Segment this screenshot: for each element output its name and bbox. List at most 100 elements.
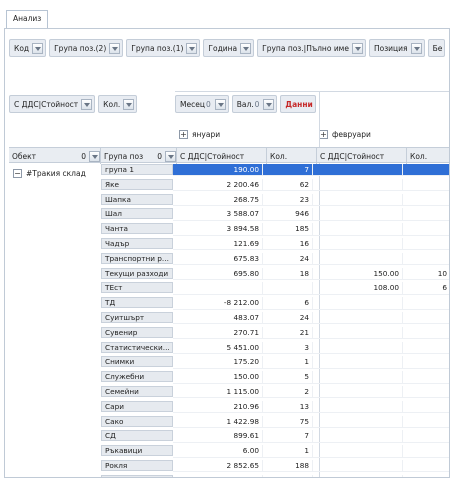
table-cell[interactable]	[403, 460, 449, 473]
row-header-item[interactable]: група 1	[101, 164, 173, 175]
table-cell[interactable]	[313, 356, 403, 369]
expand-icon[interactable]: +	[179, 129, 188, 139]
table-cell[interactable]: 5 451.00	[173, 341, 263, 354]
table-cell[interactable]: 18	[263, 267, 313, 280]
table-cell[interactable]: 23	[263, 193, 313, 206]
table-row[interactable]: ТЕст 108.00 6	[5, 282, 449, 295]
table-cell[interactable]	[313, 386, 403, 399]
table-row[interactable]: Шапка 268.75 23	[5, 193, 449, 206]
filter-field-group2[interactable]: Група поз.(2)	[49, 39, 124, 57]
table-cell[interactable]: 24	[263, 312, 313, 325]
row-header-item[interactable]: Сари	[101, 400, 173, 412]
filter-field-group1[interactable]: Група поз.(1)	[126, 39, 201, 57]
table-cell[interactable]	[313, 312, 403, 325]
row-header-item[interactable]: Яке	[101, 178, 173, 190]
table-cell[interactable]	[403, 208, 449, 221]
table-row[interactable]: Шал 3 588.07 946	[5, 208, 449, 221]
table-row[interactable]: СД 899.61 7	[5, 430, 449, 443]
chevron-down-icon[interactable]	[81, 98, 93, 110]
table-cell[interactable]	[313, 445, 403, 458]
table-cell[interactable]: 3 588.07	[173, 208, 263, 221]
table-cell[interactable]	[313, 326, 403, 340]
table-cell[interactable]: 150.00	[313, 267, 403, 280]
table-cell[interactable]: 1	[263, 356, 313, 369]
table-row[interactable]: Сако 1 422.98 75	[5, 415, 449, 428]
table-row[interactable]: Яке 2 200.46 62	[5, 178, 449, 192]
table-cell[interactable]: 188	[263, 460, 313, 473]
table-cell[interactable]	[263, 282, 313, 295]
table-row[interactable]: ТД -8 212.00 6	[5, 297, 449, 310]
table-cell[interactable]: 16	[263, 238, 313, 251]
table-cell[interactable]: 10	[403, 268, 449, 280]
chevron-down-icon[interactable]	[109, 42, 121, 54]
table-cell[interactable]: 21	[263, 326, 313, 340]
filter-field-fullname[interactable]: Група поз.|Пълно име	[257, 39, 366, 57]
table-cell[interactable]: 1 422.98	[173, 415, 263, 428]
table-cell[interactable]: 210.96	[173, 400, 263, 414]
table-cell[interactable]: 75	[263, 415, 313, 428]
table-cell[interactable]: 1 115.00	[173, 386, 263, 399]
filter-field-more[interactable]: Бе	[427, 39, 446, 57]
row-header-item[interactable]: Суитшърт	[101, 312, 173, 323]
month-header-january[interactable]: + януари	[179, 124, 220, 144]
table-cell[interactable]: 2	[263, 386, 313, 399]
row-header-item[interactable]: Служебни	[101, 371, 173, 383]
chevron-down-icon[interactable]	[410, 42, 422, 54]
table-cell[interactable]	[313, 238, 403, 251]
table-row[interactable]: Текущи разходи 695.80 18 150.00 10	[5, 267, 449, 280]
row-header-item[interactable]: ТЕст	[101, 282, 173, 294]
table-cell[interactable]: 175.20	[173, 356, 263, 369]
table-cell[interactable]	[403, 223, 449, 236]
table-cell[interactable]: 899.61	[173, 430, 263, 443]
row-header-item[interactable]: ТД	[101, 297, 173, 309]
table-cell[interactable]: 150.00	[173, 371, 263, 384]
row-header-item[interactable]: Чадър	[101, 238, 173, 249]
table-cell[interactable]	[313, 341, 403, 354]
table-cell[interactable]: 6	[263, 297, 313, 310]
table-row[interactable]: Сари 210.96 13	[5, 400, 449, 414]
table-cell[interactable]	[313, 208, 403, 221]
table-row[interactable]: Чанта 3 894.58 185	[5, 223, 449, 236]
row-header-item[interactable]: Чанта	[101, 223, 173, 235]
table-row[interactable]: Сувенир 270.71 21	[5, 326, 449, 340]
table-row[interactable]: Транспортни р... 675.83 24	[5, 252, 449, 266]
table-cell[interactable]	[313, 178, 403, 192]
table-cell[interactable]: 24	[263, 252, 313, 266]
table-row[interactable]: Рокля 2 852.65 188	[5, 460, 449, 473]
table-cell[interactable]: 270.71	[173, 326, 263, 340]
data-field-qty[interactable]: Кол.	[98, 95, 138, 113]
table-cell[interactable]	[403, 386, 449, 399]
table-row[interactable]: Снимки 175.20 1	[5, 356, 449, 369]
row-field-object[interactable]: Обект 0	[9, 148, 101, 164]
table-cell[interactable]	[403, 401, 449, 414]
row-header-item[interactable]: Сувенир	[101, 326, 173, 338]
table-cell[interactable]: 121.69	[173, 238, 263, 251]
chevron-down-icon[interactable]	[186, 42, 198, 54]
table-cell[interactable]: 185	[263, 223, 313, 236]
table-cell[interactable]: 675.83	[173, 252, 263, 266]
chevron-down-icon[interactable]	[351, 42, 363, 54]
table-row[interactable]: Суитшърт 483.07 24	[5, 312, 449, 325]
table-row[interactable]: Статистически... 5 451.00 3	[5, 341, 449, 354]
table-cell[interactable]: 7	[263, 430, 313, 443]
row-header-item[interactable]: Семейни	[101, 386, 173, 397]
table-cell[interactable]	[403, 179, 449, 192]
expand-icon[interactable]: +	[319, 129, 328, 139]
row-field-group[interactable]: Група поз 0	[101, 148, 177, 164]
table-cell[interactable]	[403, 194, 449, 206]
table-row[interactable]: група 1 190.00 7	[5, 164, 449, 177]
data-field-value[interactable]: С ДДС|Стойност	[9, 95, 96, 113]
table-row[interactable]: Семейни 1 115.00 2	[5, 386, 449, 399]
chevron-down-icon[interactable]	[89, 150, 100, 162]
table-cell[interactable]: 695.80	[173, 267, 263, 280]
table-cell[interactable]: 3 894.58	[173, 223, 263, 236]
row-header-item[interactable]: Сако	[101, 415, 173, 427]
table-cell[interactable]	[403, 416, 449, 428]
table-cell[interactable]	[313, 430, 403, 443]
table-cell[interactable]: 7	[263, 164, 313, 177]
filter-field-year[interactable]: Година	[203, 39, 255, 57]
row-header-item[interactable]: Ръкавици	[101, 445, 173, 457]
table-cell[interactable]: 190.00	[173, 164, 263, 177]
table-cell[interactable]	[403, 327, 449, 340]
table-cell[interactable]	[313, 164, 403, 177]
